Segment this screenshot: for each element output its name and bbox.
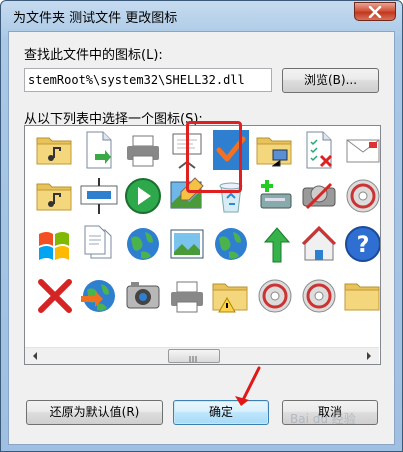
grip-icon xyxy=(189,356,197,362)
icon-option[interactable] xyxy=(77,174,121,218)
icon-option[interactable]: ? xyxy=(341,222,380,266)
red-x-icon xyxy=(38,279,72,313)
title-bar: 为文件夹 测试文件 更改图标 xyxy=(1,1,402,31)
browse-button[interactable]: 浏览(B)... xyxy=(282,68,379,93)
restore-default-button[interactable]: 还原为默认值(R) xyxy=(26,400,163,425)
hard-drive-icon xyxy=(302,182,336,210)
icon-option[interactable] xyxy=(33,222,77,266)
icon-option[interactable] xyxy=(121,222,165,266)
folder-icon xyxy=(344,283,380,311)
printer-icon xyxy=(171,281,203,313)
printer-icon xyxy=(127,135,159,167)
scrollbar-thumb[interactable] xyxy=(168,349,220,363)
watermark: Bai du 经验 xyxy=(290,412,356,426)
icon-option[interactable] xyxy=(77,274,121,318)
find-file-label: 查找此文件中的图标(L): xyxy=(24,48,163,63)
home-network-icon xyxy=(301,225,337,261)
icon-file-path-input[interactable]: stemRoot%\system32\SHELL32.dll xyxy=(24,68,272,92)
icon-option[interactable] xyxy=(77,128,121,172)
camera-icon xyxy=(126,282,160,309)
globe-icon xyxy=(127,228,159,260)
cd-disc-icon xyxy=(346,179,380,213)
icon-option[interactable] xyxy=(297,222,341,266)
globe-arrow-icon xyxy=(81,280,115,312)
music-folder-icon xyxy=(36,183,72,211)
icon-option[interactable] xyxy=(33,174,77,218)
music-folder-icon xyxy=(36,137,72,165)
icon-option[interactable] xyxy=(33,128,77,172)
windows-logo-icon xyxy=(39,232,69,260)
icon-option[interactable] xyxy=(121,274,165,318)
checklist-icon xyxy=(306,131,333,169)
scroll-right-icon xyxy=(367,352,371,360)
resize-window-icon xyxy=(80,178,118,214)
icon-option[interactable] xyxy=(165,274,209,318)
play-button-icon xyxy=(125,178,161,214)
folder-warning-icon xyxy=(212,283,248,313)
globe-icon xyxy=(215,228,247,260)
pointer-arrow-annotation xyxy=(235,366,261,406)
icon-option[interactable] xyxy=(253,222,297,266)
icon-option[interactable] xyxy=(341,128,380,172)
icon-option[interactable] xyxy=(253,274,297,318)
svg-text:?: ? xyxy=(357,233,370,258)
icon-option[interactable] xyxy=(341,274,380,318)
icon-option[interactable] xyxy=(209,274,253,318)
green-arrow-icon xyxy=(263,227,291,263)
icon-option[interactable] xyxy=(297,128,341,172)
scroll-right-button[interactable] xyxy=(360,348,377,364)
icon-option[interactable] xyxy=(297,274,341,318)
icon-option[interactable] xyxy=(165,222,209,266)
icon-option[interactable] xyxy=(121,128,165,172)
icon-option[interactable] xyxy=(121,174,165,218)
help-icon: ? xyxy=(345,226,380,262)
network-add-icon xyxy=(260,180,292,209)
disc-icon xyxy=(302,279,336,313)
icon-option[interactable] xyxy=(33,274,77,318)
documents-icon xyxy=(84,225,112,259)
network-folder-icon xyxy=(256,137,292,167)
document-arrow-icon xyxy=(86,131,112,169)
icon-option[interactable] xyxy=(209,222,253,266)
icon-option[interactable] xyxy=(253,128,297,172)
icon-option[interactable] xyxy=(341,174,380,218)
horizontal-scrollbar[interactable] xyxy=(25,347,379,364)
window-title: 为文件夹 测试文件 更改图标 xyxy=(13,11,178,26)
icon-option[interactable] xyxy=(297,174,341,218)
picture-icon xyxy=(170,229,204,259)
envelope-icon xyxy=(346,139,380,163)
selection-highlight-box xyxy=(186,121,242,193)
icon-option[interactable] xyxy=(253,174,297,218)
close-button[interactable] xyxy=(354,2,396,21)
scroll-left-button[interactable] xyxy=(27,348,44,364)
icon-option[interactable] xyxy=(77,222,121,266)
disc-icon xyxy=(258,279,292,313)
scroll-left-icon xyxy=(33,352,37,360)
close-icon xyxy=(368,6,382,18)
